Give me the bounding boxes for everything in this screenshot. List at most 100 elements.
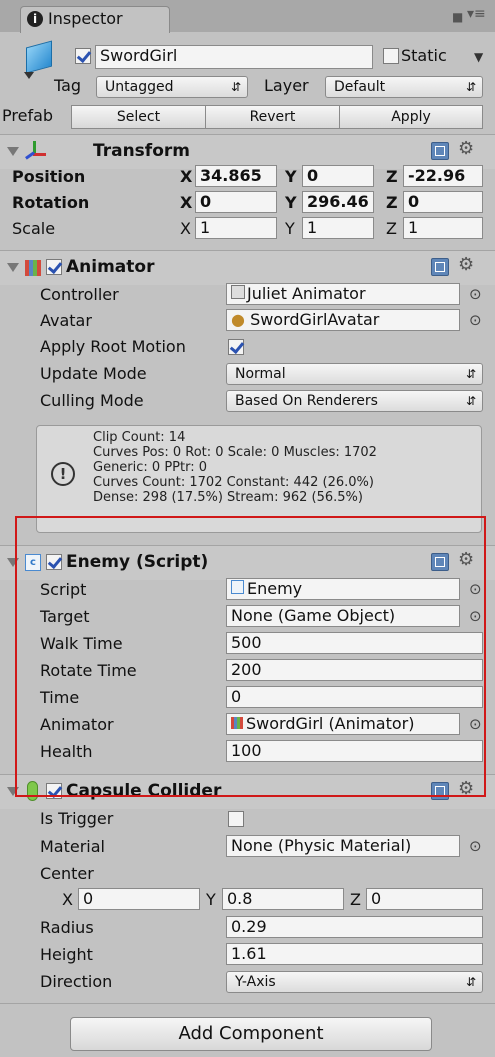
animator-title: Animator (66, 257, 155, 277)
static-checkbox[interactable] (383, 48, 399, 64)
scale-y-field[interactable]: 1 (302, 217, 374, 239)
rotation-x-field[interactable]: 0 (195, 191, 277, 213)
prefab-revert-button[interactable]: Revert (205, 105, 340, 129)
axis-x-label: X (180, 219, 191, 238)
dropdown-arrow-icon: ⇵ (230, 80, 241, 94)
apply-root-motion-checkbox[interactable] (228, 339, 244, 355)
position-y-field[interactable]: 0 (302, 165, 374, 187)
static-dropdown-icon[interactable]: ▼ (474, 50, 483, 64)
rotation-label: Rotation (12, 193, 90, 212)
height-field[interactable]: 1.61 (226, 943, 483, 965)
transform-title: Transform (93, 141, 190, 161)
lock-icon[interactable]: ■ (452, 10, 463, 24)
info-icon: i (27, 11, 43, 27)
gear-icon[interactable]: ⚙ (458, 254, 474, 275)
info-line: Clip Count: 14 (93, 430, 186, 445)
object-picker-icon[interactable]: ⊙ (469, 285, 482, 303)
info-line: Generic: 0 PPtr: 0 (93, 460, 208, 475)
active-checkbox[interactable] (75, 48, 91, 64)
center-z-field[interactable]: 0 (366, 888, 483, 910)
menu-icon[interactable]: ▾≡ (467, 6, 486, 22)
dropdown-arrow-icon: ⇵ (465, 367, 476, 381)
direction-dropdown[interactable]: Y-Axis ⇵ (226, 971, 483, 993)
info-line: Curves Pos: 0 Rot: 0 Scale: 0 Muscles: 1… (93, 445, 377, 460)
radius-label: Radius (40, 918, 94, 937)
axis-x-label: X (62, 890, 73, 909)
tag-value: Untagged (105, 79, 174, 95)
layer-value: Default (334, 79, 386, 95)
axis-y-label: Y (206, 890, 216, 909)
object-picker-icon[interactable]: ⊙ (469, 837, 482, 855)
info-warning-icon: ! (51, 462, 75, 486)
transform-header[interactable]: Transform ⚙ (0, 134, 495, 169)
foldout-arrow-icon[interactable] (7, 147, 19, 156)
radius-field[interactable]: 0.29 (226, 916, 483, 938)
controller-value: Juliet Animator (247, 284, 366, 303)
prefab-apply-button[interactable]: Apply (339, 105, 483, 129)
axis-z-label: Z (386, 167, 398, 186)
object-picker-icon[interactable]: ⊙ (469, 311, 482, 329)
controller-label: Controller (40, 285, 119, 304)
culling-mode-value: Based On Renderers (235, 393, 378, 409)
position-z-field[interactable]: -22.96 (403, 165, 483, 187)
material-label: Material (40, 837, 105, 856)
transform-icon (24, 141, 46, 163)
axis-y-label: Y (285, 193, 297, 212)
center-y-field[interactable]: 0.8 (222, 888, 344, 910)
culling-mode-dropdown[interactable]: Based On Renderers ⇵ (226, 390, 483, 412)
axis-z-label: Z (350, 890, 361, 909)
material-field[interactable]: None (Physic Material) (226, 835, 460, 857)
layer-dropdown[interactable]: Default ⇵ (325, 76, 483, 98)
gameobject-icon (26, 40, 52, 74)
scale-x-field[interactable]: 1 (195, 217, 277, 239)
culling-mode-label: Culling Mode (40, 391, 144, 410)
avatar-field[interactable]: ● SwordGirlAvatar (226, 309, 460, 331)
axis-x-label: X (180, 167, 193, 186)
tab-inspector[interactable]: i Inspector (20, 6, 170, 33)
height-label: Height (40, 945, 93, 964)
update-mode-dropdown[interactable]: Normal ⇵ (226, 363, 483, 385)
dropdown-arrow-icon: ⇵ (465, 975, 476, 989)
divider (0, 1003, 495, 1004)
add-component-button[interactable]: Add Component (70, 1017, 432, 1051)
static-label: Static (401, 46, 447, 65)
direction-label: Direction (40, 972, 113, 991)
apply-root-motion-label: Apply Root Motion (40, 337, 186, 356)
axis-y-label: Y (285, 219, 295, 238)
controller-field[interactable]: Juliet Animator (226, 283, 460, 305)
prefab-label: Prefab (2, 106, 54, 125)
dropdown-arrow-icon: ⇵ (465, 80, 476, 94)
animator-enabled-checkbox[interactable] (46, 259, 62, 275)
axis-z-label: Z (386, 193, 398, 212)
center-x-field[interactable]: 0 (78, 888, 200, 910)
name-field[interactable]: SwordGirl (95, 45, 373, 69)
avatar-value: SwordGirlAvatar (250, 310, 380, 329)
position-label: Position (12, 167, 86, 186)
tag-dropdown[interactable]: Untagged ⇵ (96, 76, 248, 98)
rotation-y-field[interactable]: 296.46 (302, 191, 374, 213)
gear-icon[interactable]: ⚙ (458, 138, 474, 159)
avatar-label: Avatar (40, 311, 92, 330)
avatar-icon: ● (231, 310, 245, 329)
scale-label: Scale (12, 219, 56, 238)
is-trigger-checkbox[interactable] (228, 811, 244, 827)
help-book-icon[interactable] (431, 142, 449, 160)
update-mode-label: Update Mode (40, 364, 147, 383)
position-x-field[interactable]: 34.865 (195, 165, 277, 187)
help-book-icon[interactable] (431, 258, 449, 276)
axis-x-label: X (180, 193, 193, 212)
axis-y-label: Y (285, 167, 297, 186)
rotation-z-field[interactable]: 0 (403, 191, 483, 213)
info-line: Dense: 298 (17.5%) Stream: 962 (56.5%) (93, 490, 363, 505)
prefab-select-button[interactable]: Select (71, 105, 206, 129)
scale-z-field[interactable]: 1 (403, 217, 483, 239)
inspector-panel: i Inspector ■ ▾≡ SwordGirl Static ▼ Tag … (0, 0, 495, 1057)
axis-z-label: Z (386, 219, 397, 238)
foldout-arrow-icon[interactable] (7, 263, 19, 272)
animator-header[interactable]: Animator ⚙ (0, 250, 495, 285)
info-line: Curves Count: 1702 Constant: 442 (26.0%) (93, 475, 374, 490)
gameobject-icon-arrow[interactable] (24, 72, 34, 79)
layer-label: Layer (264, 76, 309, 95)
animator-icon (25, 260, 41, 276)
animator-controller-icon (231, 285, 245, 299)
